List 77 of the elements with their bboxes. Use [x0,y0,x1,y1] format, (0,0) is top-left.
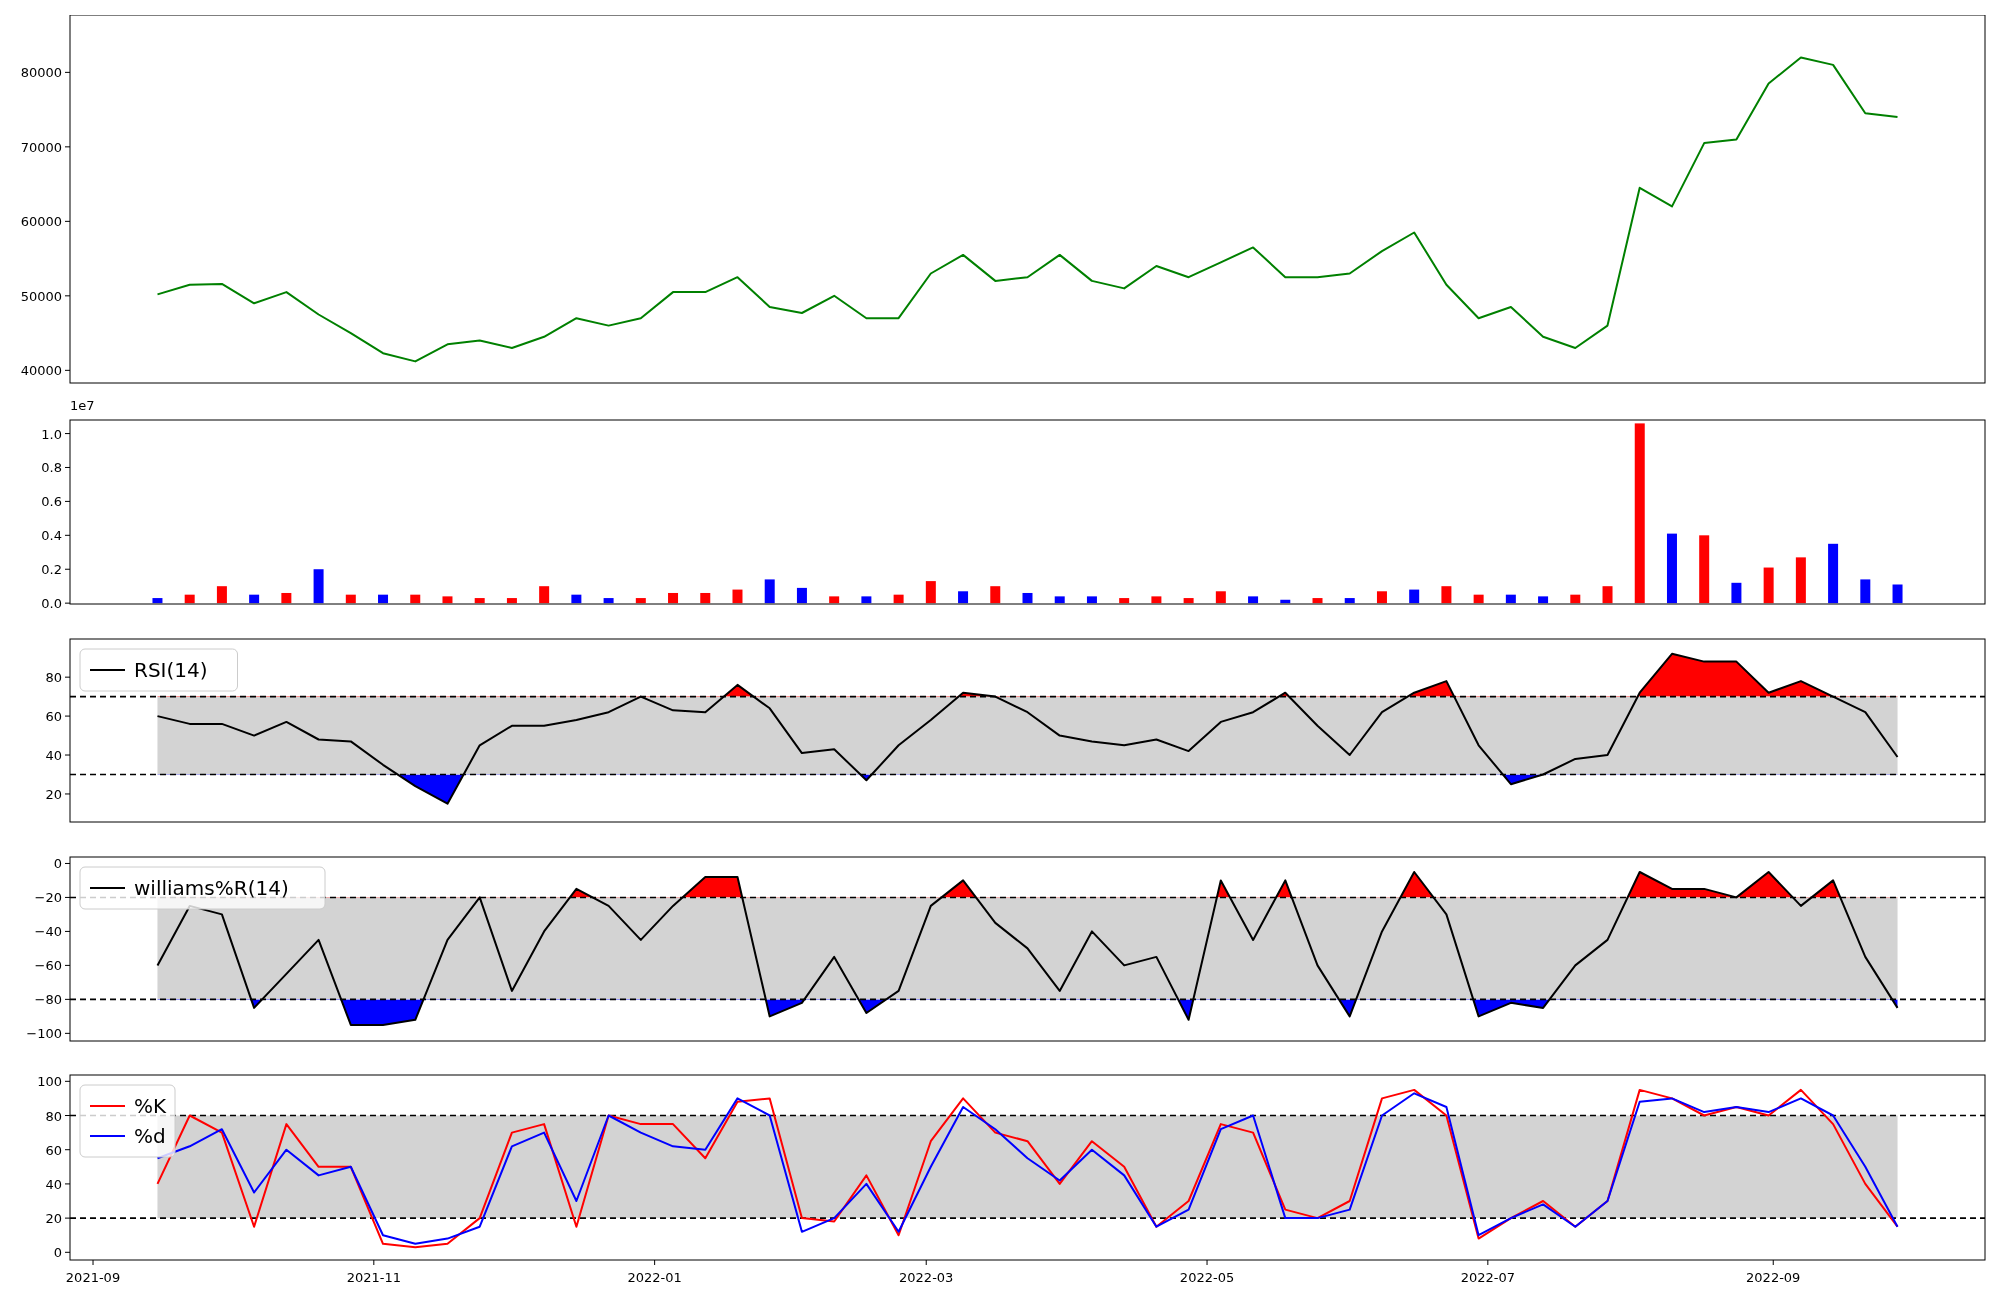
axis-offset-label: 1e7 [70,397,95,413]
legend-line-icon [89,668,126,671]
tick-label: 2022-09 [1746,1270,1801,1286]
legend-line-icon [89,1135,126,1138]
tick-mark [64,897,71,899]
tick-label: 80000 [20,65,62,81]
tick-mark [64,715,71,717]
tick-mark [64,754,71,756]
tick-label: 2022-07 [1460,1270,1515,1286]
tick-label: 0.0 [41,595,62,611]
legend-line-icon [89,1105,126,1108]
tick-label: 80 [45,1108,62,1124]
tick-label: 2022-03 [899,1270,954,1286]
tick-mark [64,602,71,604]
tick-mark [64,1081,71,1082]
tick-label: 0.8 [41,460,62,476]
tick-mark [64,71,71,73]
legend-label: williams%R(14) [134,876,289,901]
tick-label: 20 [45,786,62,802]
tick-label: −60 [34,958,62,974]
tick-mark [64,1115,71,1117]
tick-mark [654,1259,656,1266]
tick-label: 40 [45,747,62,763]
tick-mark [64,432,71,434]
tick-mark [1206,1259,1208,1266]
tick-label: −100 [26,1026,62,1042]
legend-label: RSI(14) [134,657,208,682]
tick-mark [64,1183,71,1185]
tick-mark [64,1252,71,1253]
tick-label: 2022-01 [627,1270,682,1286]
tick-mark [64,931,71,933]
tick-label: 0.2 [41,561,62,577]
tick-mark [64,568,71,570]
legend-label: %d [134,1124,166,1149]
tick-mark [1772,1259,1774,1266]
tick-mark [64,676,71,678]
tick-mark [64,793,71,794]
tick-mark [64,500,71,502]
legend-label: %K [134,1094,167,1119]
tick-mark [925,1259,927,1266]
tick-mark [373,1259,375,1266]
tick-label: 0.4 [41,528,62,543]
legend-line-icon [89,887,126,890]
tick-label: 60 [45,708,62,724]
tick-mark [64,466,71,468]
tick-label: −20 [34,890,62,906]
tick-mark [64,1149,71,1151]
tick-mark [64,369,71,371]
tick-mark [64,534,71,536]
tick-mark [92,1259,94,1266]
tick-label: −40 [34,924,62,940]
tick-label: 2021-09 [65,1270,121,1286]
tick-label: 80 [45,669,62,685]
tick-label: 20 [45,1211,62,1227]
tick-mark [1487,1259,1489,1266]
tick-mark [64,999,71,1001]
tick-label: 40000 [20,363,62,379]
tick-label: 1.0 [41,426,62,442]
tick-label: 60 [45,1142,62,1158]
tick-label: 70000 [20,139,62,155]
tick-mark [64,146,71,148]
tick-label: 40 [45,1177,62,1193]
tick-mark [64,220,71,222]
tick-label: 50000 [20,288,62,304]
tick-mark [64,1033,71,1035]
tick-label: 0.6 [41,494,62,510]
tick-label: 2022-05 [1179,1270,1235,1286]
tick-mark [64,295,71,297]
tick-label: 0 [53,1245,62,1261]
tick-label: 60000 [20,214,62,230]
tick-label: 0 [53,856,62,872]
tick-label: −80 [34,992,62,1008]
tick-mark [64,965,71,967]
tick-label: 100 [37,1074,62,1090]
tick-mark [64,863,71,865]
tick-label: 2021-11 [346,1270,401,1286]
tick-mark [64,1217,71,1219]
